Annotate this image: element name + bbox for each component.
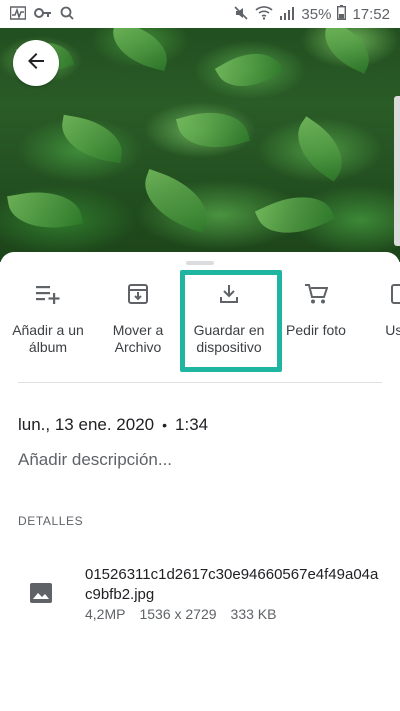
- drag-handle[interactable]: [186, 261, 214, 265]
- leaf-decoration: [106, 20, 174, 72]
- arrow-back-icon: [26, 51, 46, 76]
- mute-icon: [233, 5, 249, 24]
- leaf-decoration: [214, 39, 284, 101]
- back-button[interactable]: [13, 40, 59, 86]
- move-to-archive-label: Mover a Archivo: [112, 322, 164, 355]
- order-photo-label: Pedir foto: [286, 322, 346, 338]
- leaf-decoration: [315, 20, 379, 74]
- file-dimensions: 1536 x 2729: [139, 606, 217, 622]
- file-name: 01526311c1d2617c30e94660567e4f49a04ac9bf…: [85, 566, 379, 603]
- battery-percent: 35%: [301, 5, 332, 23]
- clock: 17:52: [352, 5, 390, 23]
- file-meta: 4,2MP 1536 x 2729 333 KB: [85, 606, 276, 622]
- divider: [18, 382, 382, 383]
- cart-icon: [302, 280, 330, 308]
- file-megapixels: 4,2MP: [85, 606, 126, 622]
- leaf-decoration: [134, 168, 218, 234]
- leaf-decoration: [284, 116, 356, 182]
- file-details: 01526311c1d2617c30e94660567e4f49a04ac9bf…: [0, 564, 400, 644]
- date-time[interactable]: lun., 13 ene. 2020 • 1:34: [18, 415, 208, 435]
- status-bar: 35% 17:52: [0, 0, 400, 28]
- separator-dot: •: [162, 417, 168, 433]
- highlight-box: [180, 270, 282, 372]
- use-as-label: Usar: [385, 322, 400, 338]
- add-to-album-label: Añadir a un álbum: [12, 322, 84, 355]
- file-size: 333 KB: [230, 606, 277, 622]
- battery-icon: [337, 5, 347, 23]
- description-input[interactable]: Añadir descripción...: [18, 450, 172, 470]
- photo-time: 1:34: [175, 415, 209, 434]
- playlist-add-icon: [34, 280, 62, 308]
- scroll-edge: [394, 96, 400, 246]
- leaf-decoration: [175, 102, 251, 158]
- leaf-decoration: [57, 114, 127, 164]
- leaf-decoration: [254, 182, 336, 248]
- signal-icon: [279, 6, 295, 23]
- move-to-archive-button[interactable]: Mover a Archivo: [90, 280, 186, 356]
- use-icon: [386, 280, 400, 308]
- leaf-decoration: [7, 184, 83, 236]
- add-to-album-button[interactable]: Añadir a un álbum: [0, 280, 96, 356]
- archive-icon: [124, 280, 152, 308]
- photo-preview[interactable]: [0, 0, 400, 262]
- image-icon: [28, 580, 54, 606]
- wifi-icon: [255, 5, 273, 23]
- photo-date: lun., 13 ene. 2020: [18, 415, 155, 434]
- order-photo-button[interactable]: Pedir foto: [268, 280, 364, 339]
- key-icon: [34, 6, 52, 22]
- details-header: DETALLES: [18, 514, 84, 528]
- use-as-button[interactable]: Usar: [352, 280, 400, 339]
- activity-icon: [9, 5, 27, 23]
- search-icon: [60, 6, 74, 23]
